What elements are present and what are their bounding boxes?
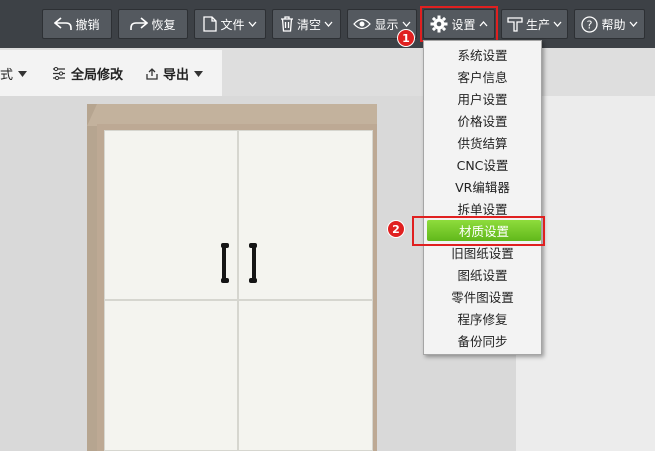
export-dropdown[interactable]: 导出 bbox=[146, 64, 204, 83]
main-toolbar: 撤销 恢复 文件 清空 显示 设置 生产 ? 帮助 bbox=[0, 0, 655, 48]
wardrobe-top-panel bbox=[97, 104, 377, 126]
trash-icon bbox=[280, 16, 293, 32]
menu-item-cnc-settings[interactable]: CNC设置 bbox=[424, 153, 541, 175]
clear-label: 清空 bbox=[296, 17, 321, 32]
menu-item-supply-settlement[interactable]: 供货结算 bbox=[424, 131, 541, 153]
menu-item-program-repair[interactable]: 程序修复 bbox=[424, 307, 541, 329]
style-label: 式 bbox=[0, 68, 14, 83]
door-bottom-right[interactable] bbox=[238, 300, 373, 451]
export-label: 导出 bbox=[163, 68, 190, 83]
menu-item-vr-editor[interactable]: VR编辑器 bbox=[424, 175, 541, 197]
clear-menu-button[interactable]: 清空 bbox=[272, 9, 341, 39]
chevron-down-icon bbox=[324, 21, 333, 27]
menu-item-customer-info[interactable]: 客户信息 bbox=[424, 65, 541, 87]
style-dropdown[interactable]: 式 bbox=[0, 64, 28, 83]
door-top-left[interactable] bbox=[104, 130, 238, 300]
production-label: 生产 bbox=[525, 17, 550, 32]
caret-down-icon bbox=[18, 70, 28, 77]
menu-item-part-drawing-settings[interactable]: 零件图设置 bbox=[424, 285, 541, 307]
global-modify-label: 全局修改 bbox=[71, 68, 124, 83]
menu-item-drawing-settings[interactable]: 图纸设置 bbox=[424, 263, 541, 285]
hammer-icon bbox=[507, 17, 523, 32]
sliders-icon bbox=[53, 67, 65, 80]
chevron-down-icon bbox=[629, 21, 637, 27]
help-icon: ? bbox=[581, 15, 599, 33]
door-top-right[interactable] bbox=[238, 130, 373, 300]
door-bottom-left[interactable] bbox=[104, 300, 238, 451]
export-icon bbox=[146, 67, 158, 80]
undo-label: 撤销 bbox=[75, 17, 100, 32]
display-label: 显示 bbox=[374, 17, 399, 32]
settings-dropdown-menu: 系统设置 客户信息 用户设置 价格设置 供货结算 CNC设置 VR编辑器 拆单设… bbox=[423, 40, 542, 355]
help-label: 帮助 bbox=[601, 17, 626, 32]
chevron-down-icon bbox=[402, 21, 410, 27]
menu-item-price-settings[interactable]: 价格设置 bbox=[424, 109, 541, 131]
svg-text:?: ? bbox=[587, 18, 593, 31]
wardrobe-top-bevel bbox=[87, 104, 97, 126]
step-1-badge: 1 bbox=[397, 29, 415, 47]
redo-icon bbox=[130, 17, 149, 30]
help-menu-button[interactable]: ? 帮助 bbox=[574, 9, 645, 39]
file-icon bbox=[203, 16, 218, 32]
eye-icon bbox=[353, 18, 372, 30]
undo-button[interactable]: 撤销 bbox=[42, 9, 112, 39]
chevron-down-icon bbox=[553, 21, 562, 27]
global-modify-button[interactable]: 全局修改 bbox=[52, 64, 123, 83]
file-label: 文件 bbox=[220, 17, 245, 32]
redo-button[interactable]: 恢复 bbox=[118, 9, 188, 39]
step-2-badge: 2 bbox=[387, 220, 405, 238]
undo-icon bbox=[54, 17, 73, 30]
highlight-settings-button bbox=[420, 6, 498, 42]
production-menu-button[interactable]: 生产 bbox=[501, 9, 568, 39]
menu-item-backup-sync[interactable]: 备份同步 bbox=[424, 329, 541, 351]
chevron-down-icon bbox=[248, 21, 256, 27]
caret-down-icon bbox=[194, 70, 204, 77]
redo-label: 恢复 bbox=[151, 17, 176, 32]
file-menu-button[interactable]: 文件 bbox=[194, 9, 266, 39]
highlight-material-settings bbox=[412, 216, 545, 246]
secondary-toolbar: 式 全局修改 导出 bbox=[0, 50, 222, 96]
menu-item-system-settings[interactable]: 系统设置 bbox=[424, 43, 541, 65]
menu-item-user-settings[interactable]: 用户设置 bbox=[424, 87, 541, 109]
